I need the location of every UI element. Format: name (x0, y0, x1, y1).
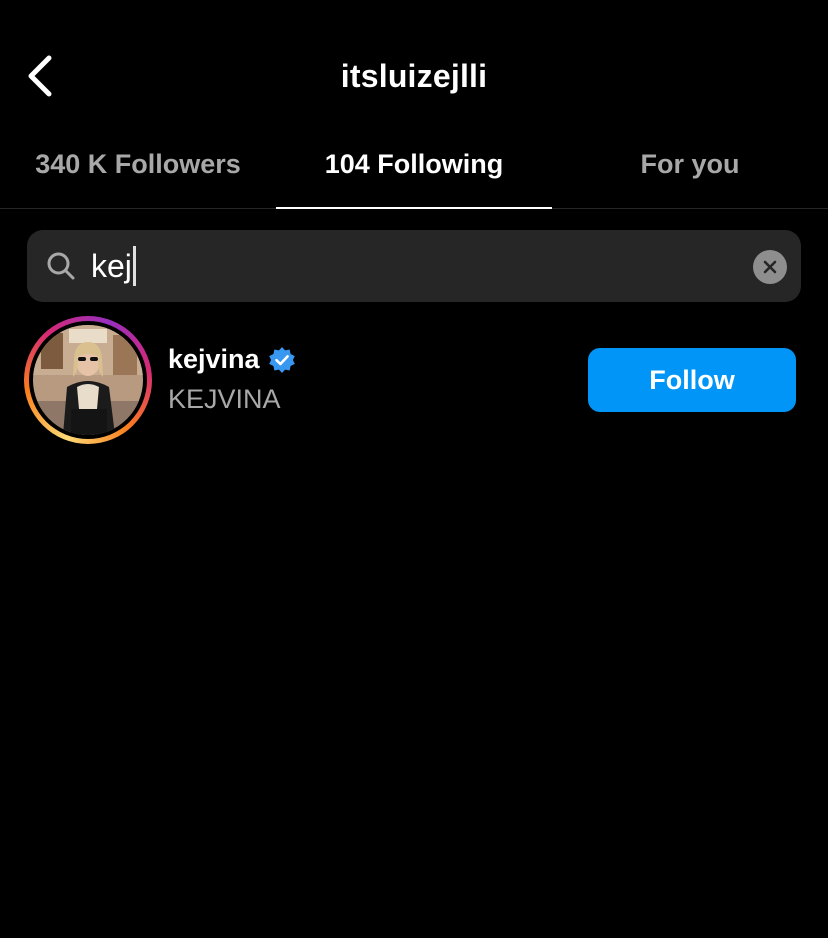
username-line: kejvina (168, 344, 296, 375)
verified-badge-icon (268, 346, 296, 374)
search-value: kej (91, 247, 132, 284)
tab-followers[interactable]: 340 K Followers (0, 122, 276, 208)
search-input[interactable]: kej (27, 230, 801, 302)
search-icon (45, 250, 77, 282)
page-title: itsluizejlli (340, 58, 488, 94)
clear-icon (763, 260, 777, 274)
text-caret (132, 246, 136, 286)
username[interactable]: kejvina (168, 344, 260, 375)
tab-for-you[interactable]: For you (552, 122, 828, 208)
clear-search-button[interactable] (753, 250, 787, 284)
follow-button[interactable]: Follow (588, 348, 796, 412)
avatar (33, 325, 143, 435)
tab-following[interactable]: 104 Following (276, 122, 552, 209)
story-ring[interactable] (24, 316, 152, 444)
list-item[interactable]: kejvina KEJVINA Follow (0, 314, 828, 446)
full-name: KEJVINA (168, 384, 281, 414)
tab-bar: 340 K Followers 104 Following For you (0, 122, 828, 209)
